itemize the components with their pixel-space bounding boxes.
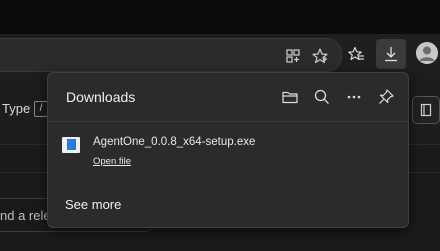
open-file-link[interactable]: Open file: [93, 156, 131, 167]
installer-file-icon: [62, 137, 80, 153]
downloads-header: Downloads: [48, 73, 408, 122]
more-options-icon[interactable]: [342, 85, 366, 109]
favorite-star-icon[interactable]: [310, 46, 330, 66]
download-file-name: AgentOne_0.0.8_x64-setup.exe: [93, 136, 256, 148]
type-filter-shortcut: /: [34, 101, 48, 117]
address-bar[interactable]: [0, 38, 342, 72]
tab-strip: [0, 0, 440, 34]
download-item[interactable]: AgentOne_0.0.8_x64-setup.exe Open file: [48, 129, 408, 175]
open-folder-icon[interactable]: [278, 85, 302, 109]
find-input-text: nd a rele: [0, 208, 51, 223]
downloads-icon[interactable]: [376, 39, 406, 69]
pin-icon[interactable]: [374, 85, 398, 109]
downloads-title: Downloads: [66, 89, 136, 105]
browser-toolbar: [0, 34, 440, 74]
downloads-panel: Downloads AgentOne_0.0.8_x64-setup.exe O…: [47, 72, 409, 228]
profile-avatar-icon[interactable]: [416, 42, 438, 64]
search-icon[interactable]: [310, 85, 334, 109]
app-available-icon[interactable]: [283, 46, 303, 66]
see-more-link[interactable]: See more: [65, 197, 121, 212]
bookmark-icon[interactable]: [412, 96, 440, 124]
type-filter-label[interactable]: Type: [2, 101, 30, 116]
browser-window: Type / nd a rele Downloads AgentOne_0.0.…: [0, 0, 440, 251]
favorites-icon[interactable]: [341, 39, 371, 69]
